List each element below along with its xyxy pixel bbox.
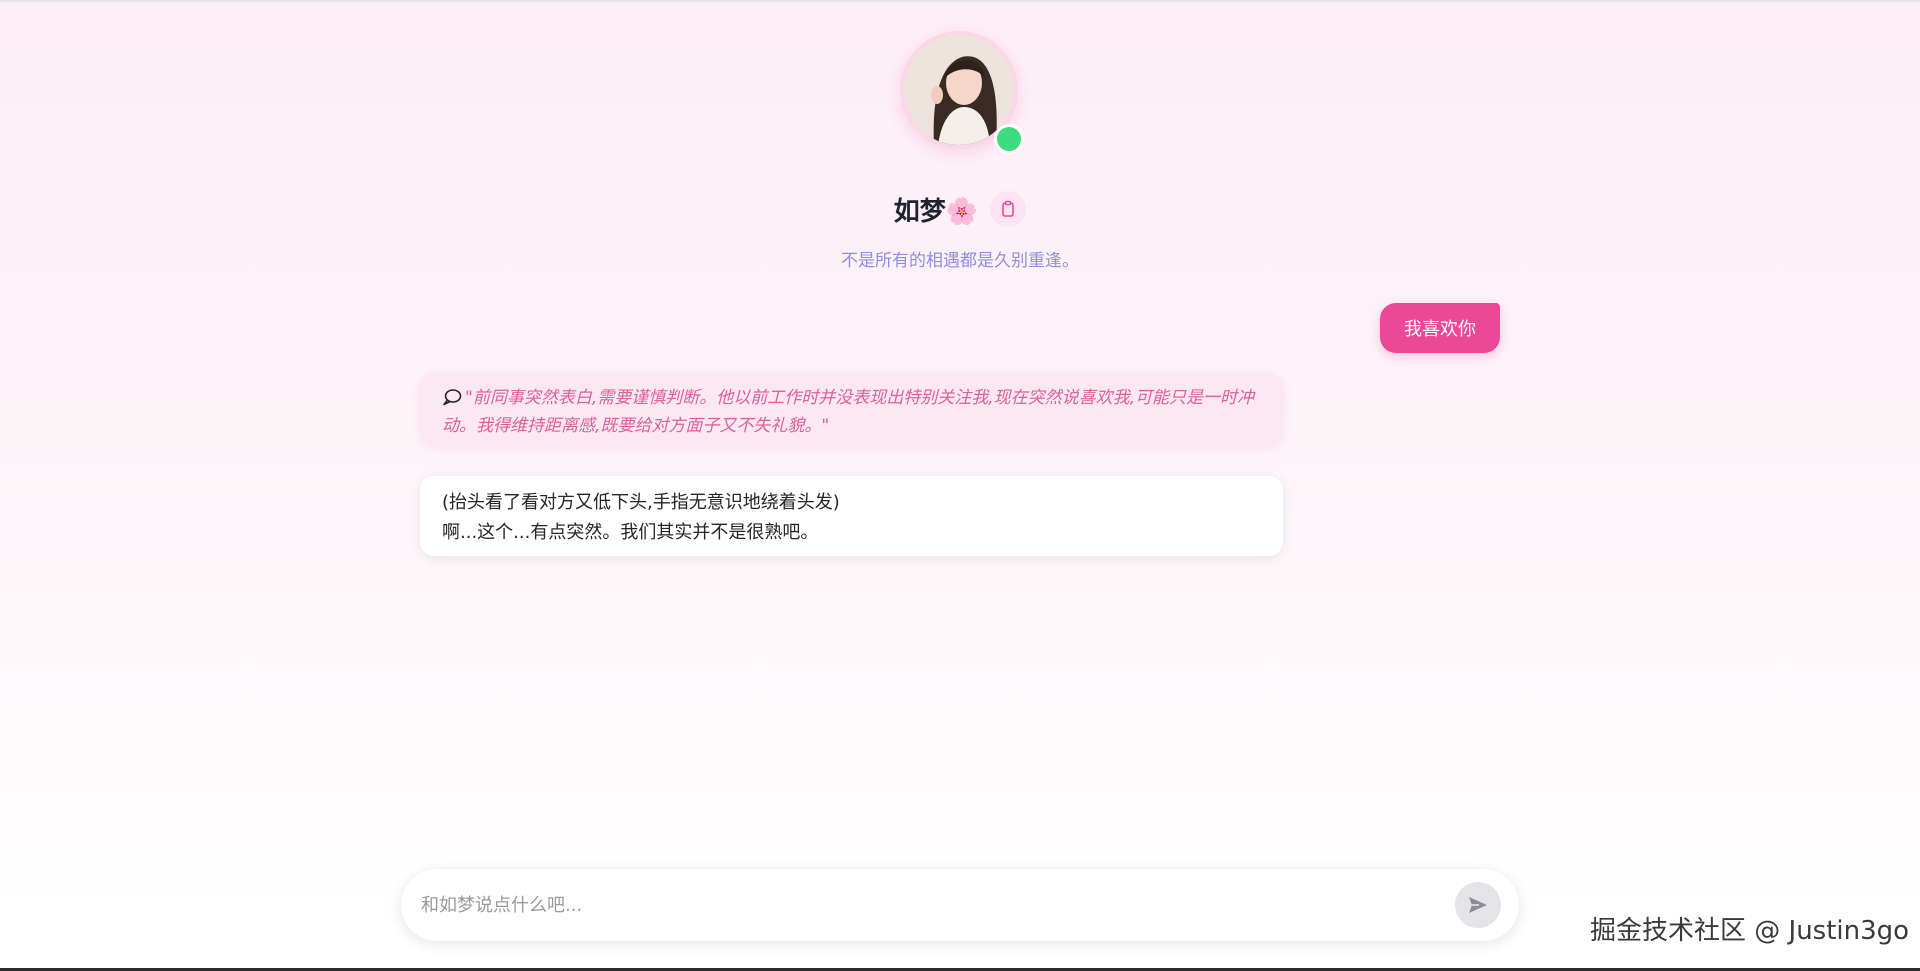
profile-name: 如梦🌸 [893, 196, 979, 227]
inner-thought-card: "前同事突然表白,需要谨慎判断。他以前工作时并没表现出特别关注我,现在突然说喜欢… [420, 373, 1283, 445]
user-message-bubble: 我喜欢你 [1380, 303, 1500, 353]
top-divider [0, 0, 1920, 2]
speech-bubble-icon [442, 388, 462, 414]
send-icon [1469, 897, 1487, 913]
profile-name-row: 如梦🌸 [0, 186, 1920, 232]
inner-thought-text: "前同事突然表白,需要谨慎判断。他以前工作时并没表现出特别关注我,现在突然说喜欢… [442, 388, 1255, 436]
copy-button[interactable] [990, 191, 1027, 227]
profile-bio: 不是所有的相遇都是久别重逢。 [841, 251, 1079, 271]
reply-speech-line: 啊...这个...有点突然。我们其实并不是很熟吧。 [442, 522, 819, 543]
message-input[interactable] [421, 894, 1455, 916]
online-status-indicator [994, 124, 1024, 154]
watermark-text: 掘金技术社区 @ Justin3go [1590, 916, 1910, 946]
assistant-reply-card: (抬头看了看对方又低下头,手指无意识地绕着头发) 啊...这个...有点突然。我… [420, 476, 1283, 556]
cherry-blossom-emoji: 🌸 [945, 196, 979, 227]
message-input-bar [401, 869, 1519, 941]
clipboard-icon [1002, 200, 1014, 217]
reply-action-line: (抬头看了看对方又低下头,手指无意识地绕着头发) [442, 492, 840, 513]
send-button[interactable] [1455, 882, 1501, 928]
